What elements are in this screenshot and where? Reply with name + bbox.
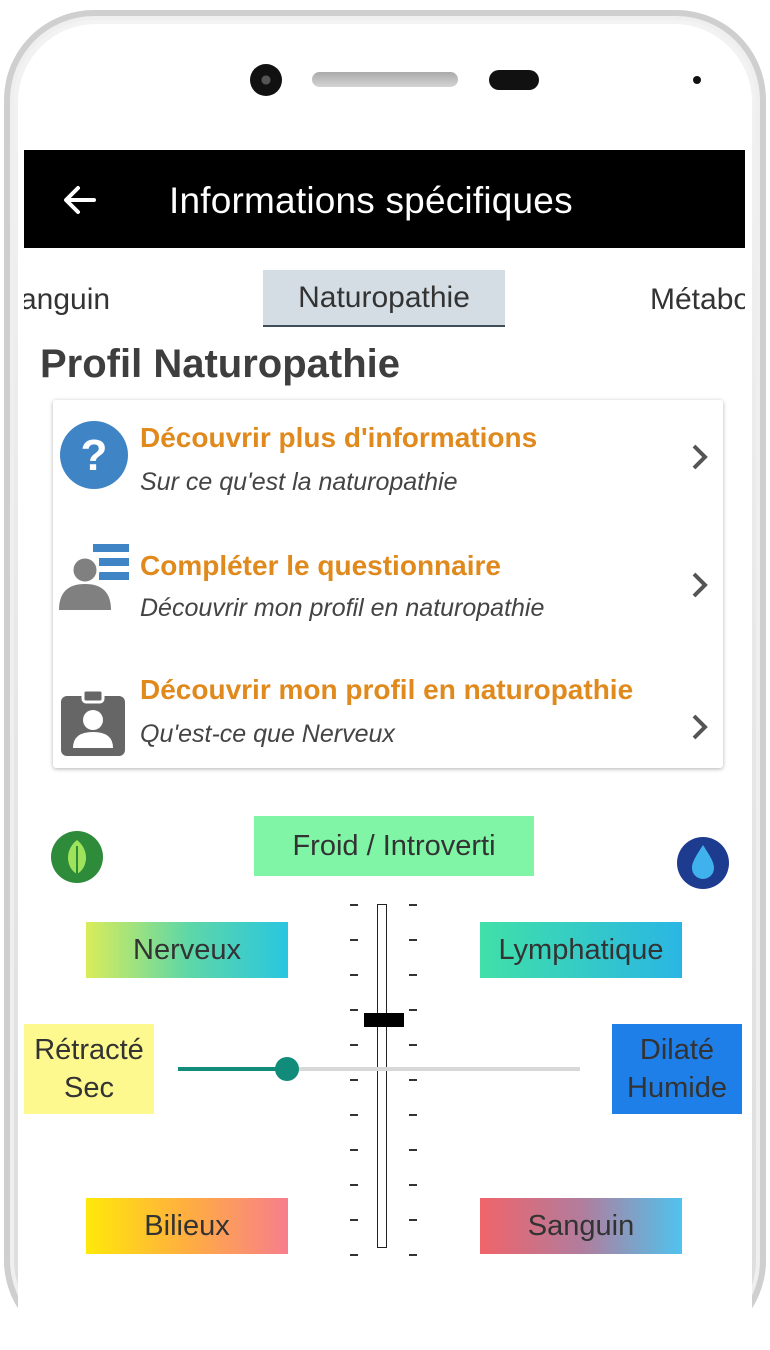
menu-item-more-info[interactable]: ? Découvrir plus d'informations Sur ce q… [53,400,723,518]
menu-card: ? Découvrir plus d'informations Sur ce q… [53,400,723,768]
chevron-right-icon [692,572,708,598]
slider-tick [350,904,358,906]
slider-tick [409,1079,417,1081]
slider-tick [350,974,358,976]
question-icon: ? [60,421,128,489]
leaf-icon [51,831,103,883]
chevron-right-icon [692,444,708,470]
label-sanguin: Sanguin [480,1198,682,1254]
slider-tick [409,1219,417,1221]
menu-item-subtitle: Qu'est-ce que Nerveux [140,720,395,748]
sensor-dot [693,76,701,84]
menu-item-title: Découvrir plus d'informations [140,422,538,453]
slider-tick [409,939,417,941]
slider-tick [350,1114,358,1116]
label-humide: Humide [627,1072,727,1104]
menu-item-title: Compléter le questionnaire [140,550,501,581]
slider-tick [350,1009,358,1011]
slider-tick [350,1079,358,1081]
badge-person-icon [61,688,125,756]
slider-tick [409,974,417,976]
chevron-right-icon [692,714,708,740]
slider-tick [409,1254,417,1256]
tab-naturopathie[interactable]: Naturopathie [263,270,505,327]
horizontal-slider-fill [178,1067,287,1071]
section-title: Profil Naturopathie [40,342,401,386]
proximity-sensor [489,70,539,90]
slider-tick [350,939,358,941]
vertical-slider-track[interactable] [377,904,387,1248]
label-lymphatique: Lymphatique [480,922,682,978]
vertical-slider-thumb[interactable] [364,1013,404,1028]
slider-tick [350,1254,358,1256]
front-camera [250,64,282,96]
label-retracte: Rétracté [34,1034,144,1066]
slider-tick [409,904,417,906]
questionnaire-person-icon [59,544,129,610]
tab-metabolisme[interactable]: Métabo [650,270,745,325]
page-title: Informations spécifiques [169,180,573,221]
slider-tick [409,1114,417,1116]
label-sec: Sec [64,1072,114,1104]
tab-sanguin[interactable]: anguin [24,270,110,325]
horizontal-slider-thumb[interactable] [274,1057,299,1081]
water-drop-icon [677,837,729,889]
label-dilate-humide: Dilaté Humide [612,1024,742,1114]
slider-tick [409,1044,417,1046]
tab-bar: anguin Naturopathie Métabo [24,270,745,330]
slider-tick [409,1184,417,1186]
label-dilate: Dilaté [639,1034,715,1066]
earpiece-speaker [312,72,458,87]
app-bar: Informations spécifiques [24,150,745,248]
back-arrow-icon[interactable] [60,180,100,220]
svg-text:?: ? [81,431,108,480]
app-screen: Informations spécifiques anguin Naturopa… [24,150,745,1272]
label-nerveux: Nerveux [86,922,288,978]
menu-item-questionnaire[interactable]: Compléter le questionnaire Découvrir mon… [53,526,723,644]
slider-tick [350,1149,358,1151]
slider-tick [350,1044,358,1046]
menu-item-title: Découvrir mon profil en naturopathie [140,674,634,705]
label-froid-introverti: Froid / Introverti [254,816,534,876]
menu-item-subtitle: Sur ce qu'est la naturopathie [140,468,458,496]
menu-item-profile[interactable]: Découvrir mon profil en naturopathie Qu'… [53,650,723,768]
menu-item-subtitle: Découvrir mon profil en naturopathie [140,594,545,622]
slider-tick [409,1009,417,1011]
label-retracte-sec: Rétracté Sec [24,1024,154,1114]
slider-tick [350,1184,358,1186]
slider-tick [409,1149,417,1151]
label-bilieux: Bilieux [86,1198,288,1254]
slider-tick [350,1219,358,1221]
